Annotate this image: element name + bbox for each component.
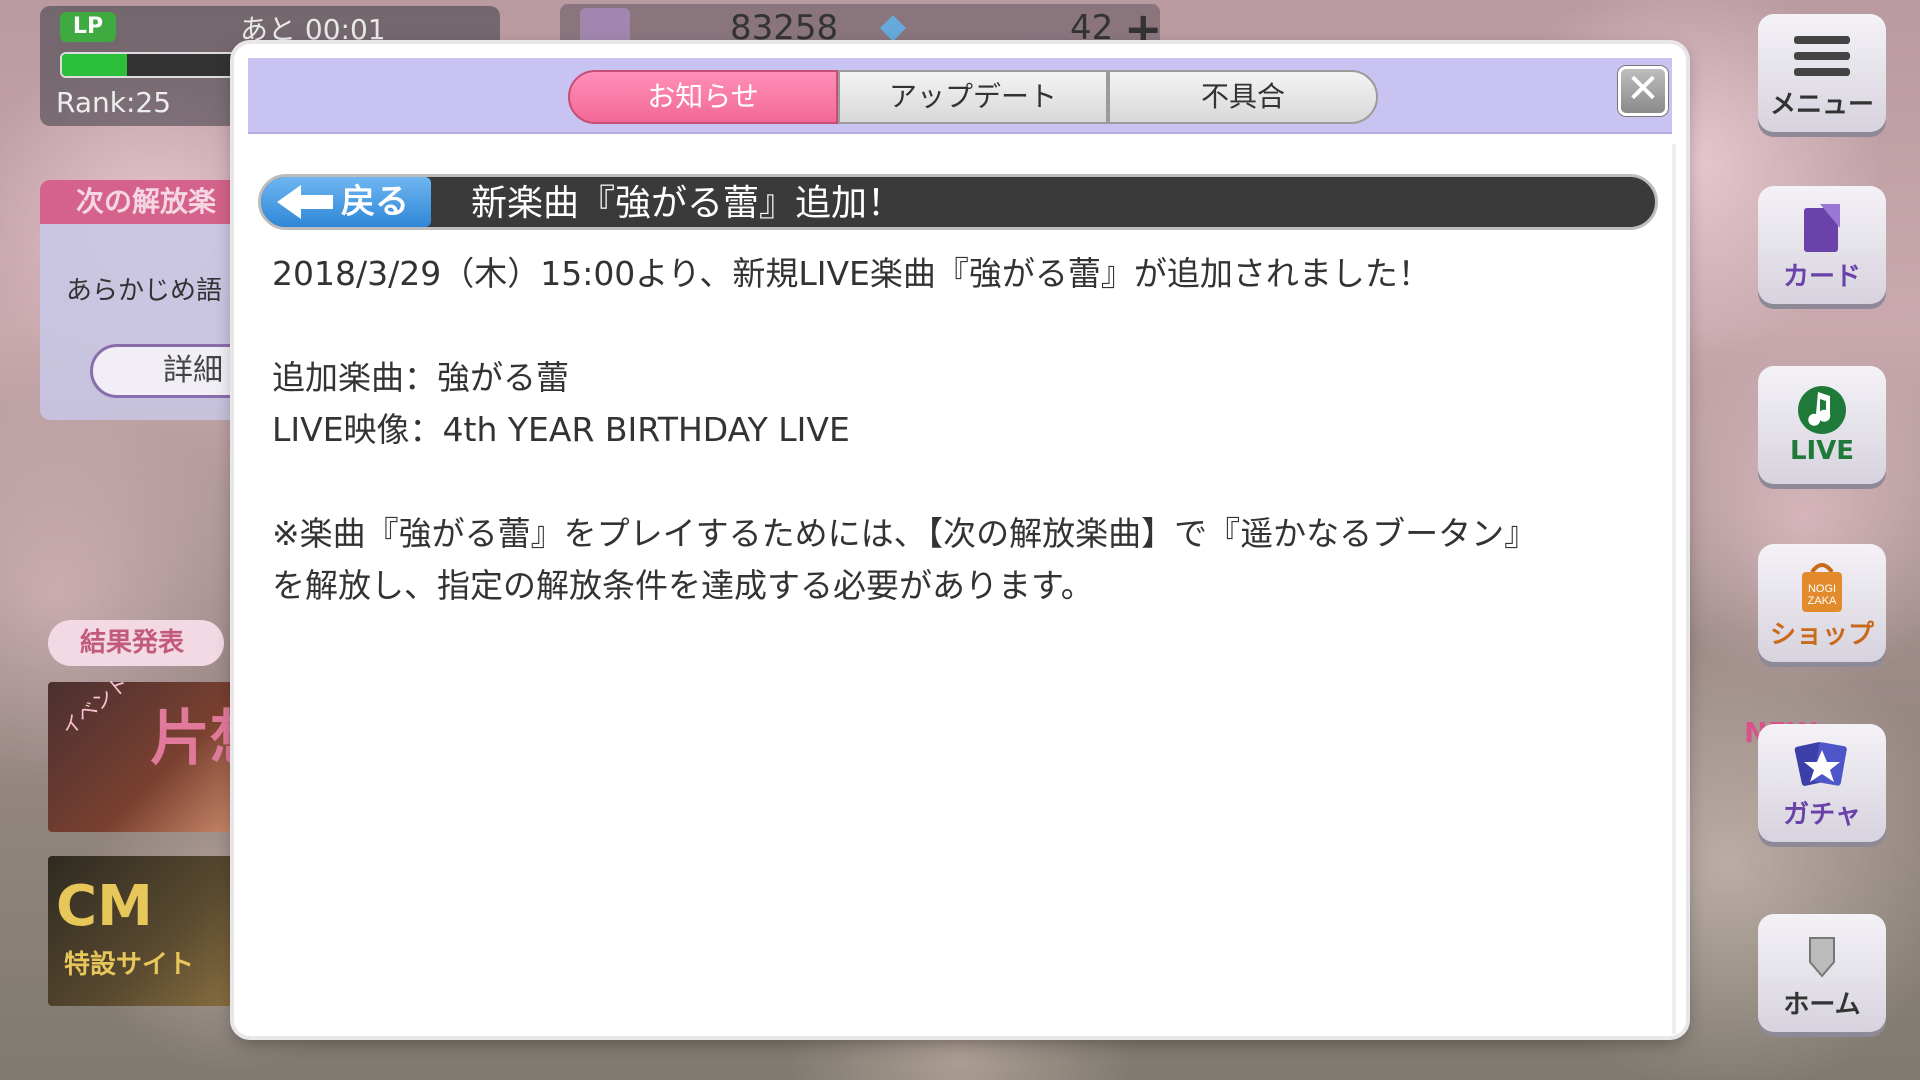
content-edge xyxy=(1672,144,1676,1034)
notice-title: 新楽曲『強がる蕾』追加！ xyxy=(471,183,904,224)
tab-bar: お知らせ アップデート 不具合 xyxy=(568,70,1378,124)
body-line: を解放し、指定の解放条件を達成する必要があります。 xyxy=(272,566,1094,605)
body-line: ※楽曲『強がる蕾』をプレイするためには、【次の解放楽曲】で『遥かなるブータン』 xyxy=(272,514,1538,553)
notice-title-bar: 戻る 新楽曲『強がる蕾』追加！ xyxy=(258,174,1658,230)
body-line xyxy=(272,300,1652,352)
modal-header: お知らせ アップデート 不具合 xyxy=(248,58,1672,134)
tab-notice[interactable]: お知らせ xyxy=(568,70,838,124)
body-line xyxy=(272,456,1652,508)
back-arrow-icon xyxy=(277,185,333,219)
notice-body: 2018/3/29（木）15:00より、新規LIVE楽曲『強がる蕾』が追加されま… xyxy=(272,248,1652,612)
body-line: LIVE映像：4th YEAR BIRTHDAY LIVE xyxy=(272,410,850,449)
back-button[interactable]: 戻る xyxy=(261,177,431,227)
tab-update[interactable]: アップデート xyxy=(838,70,1108,124)
body-line: 2018/3/29（木）15:00より、新規LIVE楽曲『強がる蕾』が追加されま… xyxy=(272,254,1431,293)
back-label: 戻る xyxy=(341,182,409,222)
body-line: 追加楽曲：強がる蕾 xyxy=(272,358,569,397)
close-button[interactable]: ✕ xyxy=(1618,66,1668,116)
notice-modal: お知らせ アップデート 不具合 ✕ 戻る 新楽曲『強がる蕾』追加！ 2018/3… xyxy=(234,44,1686,1036)
tab-bugs[interactable]: 不具合 xyxy=(1108,70,1378,124)
